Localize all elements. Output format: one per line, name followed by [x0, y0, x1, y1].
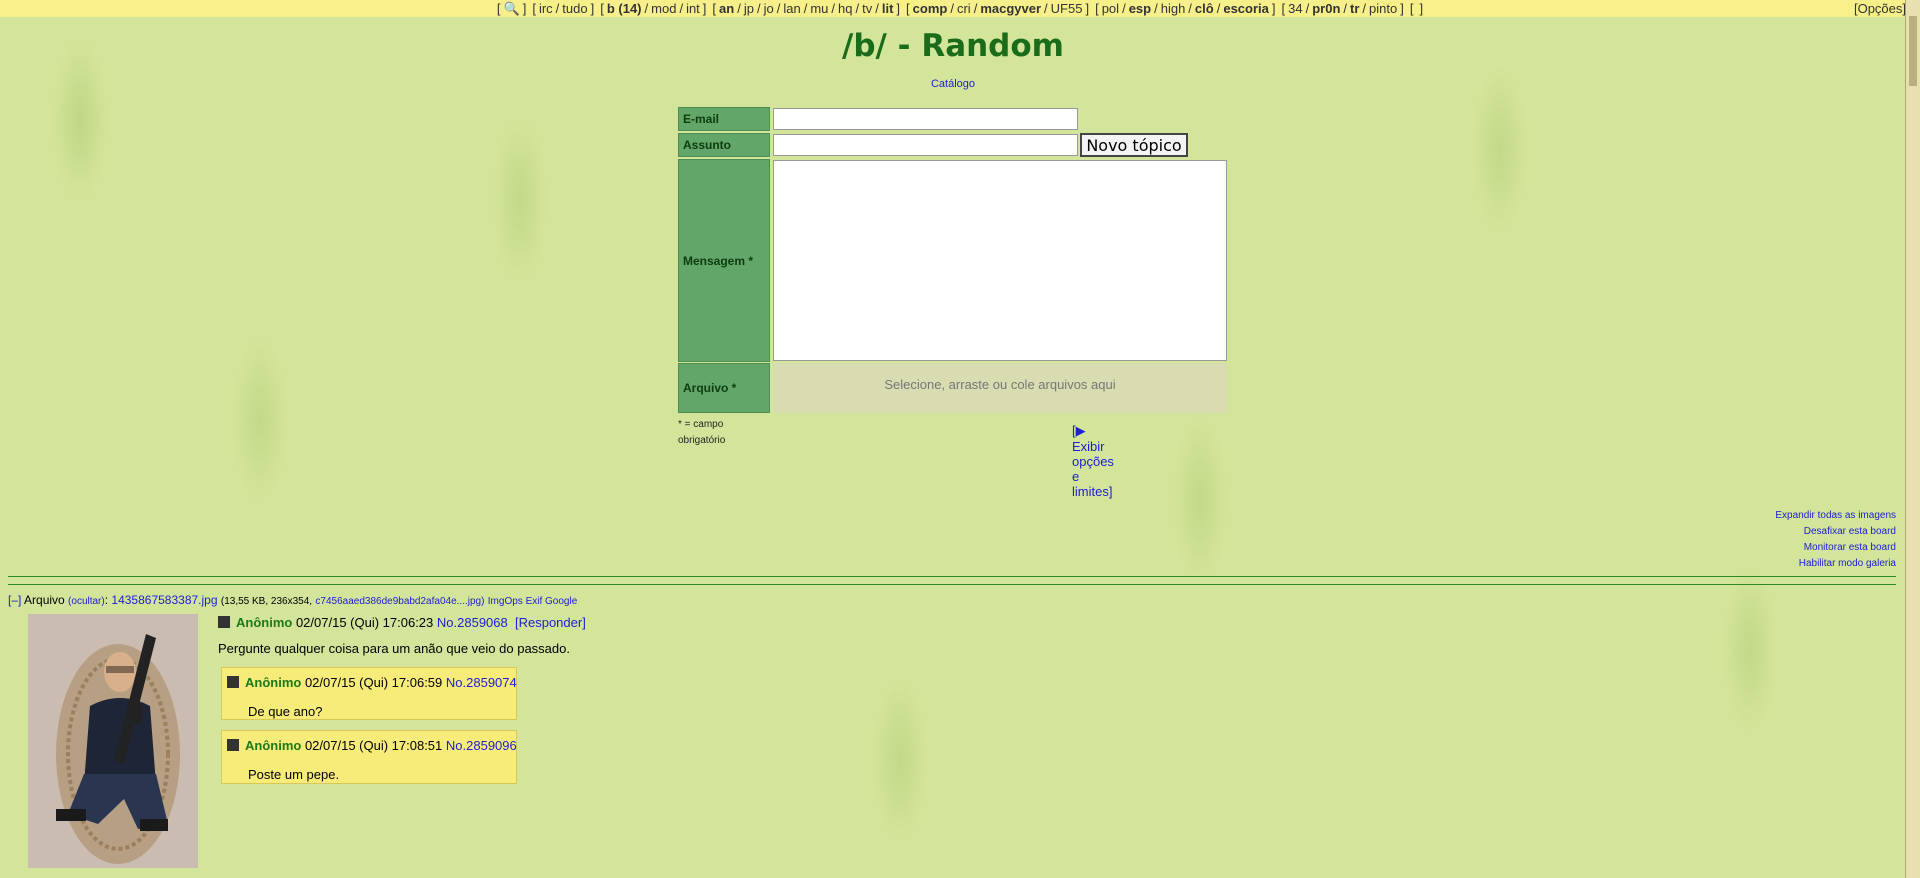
board-link[interactable]: UF55 — [1051, 1, 1083, 16]
board-link[interactable]: lan — [783, 1, 800, 16]
board-link[interactable]: macgyver — [980, 1, 1041, 16]
reply-date: 02/07/15 (Qui) 17:06:59 — [304, 675, 443, 690]
board-link[interactable]: tr — [1350, 1, 1359, 16]
op-header: Anônimo 02/07/15 (Qui) 17:06:23 No.28590… — [218, 615, 586, 630]
board-link[interactable]: escoria — [1223, 1, 1269, 16]
board-link[interactable]: mu — [810, 1, 828, 16]
watch-board-link[interactable]: Monitorar esta board — [1804, 542, 1896, 553]
hide-file-link[interactable]: (ocultar) — [68, 596, 105, 607]
board-link[interactable]: irc — [539, 1, 553, 16]
message-label: Mensagem * — [678, 159, 770, 362]
board-link[interactable]: jo — [764, 1, 774, 16]
file-label: Arquivo * — [678, 363, 770, 413]
new-thread-button[interactable]: Novo tópico — [1080, 133, 1188, 157]
reply-post-number[interactable]: No.2859096 — [446, 738, 517, 753]
board-link[interactable]: high — [1161, 1, 1186, 16]
file-meta: (13,55 KB, 236x354, — [220, 596, 313, 607]
board-link[interactable]: jp — [744, 1, 754, 16]
image-tools-links[interactable]: ImgOps Exif Google — [488, 596, 577, 607]
man-in-chair-image — [28, 614, 198, 868]
board-link[interactable]: lit — [882, 1, 894, 16]
subject-label: Assunto — [678, 133, 770, 157]
board-link[interactable]: pr0n — [1312, 1, 1340, 16]
board-link[interactable]: comp — [913, 1, 948, 16]
reply-name: Anônimo — [245, 738, 302, 753]
board-link[interactable]: esp — [1129, 1, 1151, 16]
post-image-thumbnail[interactable] — [28, 614, 198, 868]
message-textarea[interactable] — [773, 160, 1227, 361]
gallery-mode-link[interactable]: Habilitar modo galeria — [1799, 558, 1896, 569]
options-link[interactable]: [Opções] — [1854, 0, 1906, 17]
board-link[interactable]: pinto — [1369, 1, 1397, 16]
catalog-link[interactable]: Catálogo — [931, 78, 975, 90]
board-list: [🔍][irc / tudo][b (14) / mod / int][an / jp / jo / l… — [496, 1, 1424, 16]
scrollbar[interactable] — [1905, 0, 1920, 878]
reply-post-number[interactable]: No.2859074 — [446, 675, 517, 690]
subject-field[interactable] — [773, 134, 1078, 156]
post-checkbox[interactable] — [227, 739, 239, 751]
op-message: Pergunte qualquer coisa para um anão que… — [218, 641, 570, 656]
board-link[interactable]: b (14) — [607, 1, 642, 16]
post-checkbox[interactable] — [218, 616, 230, 628]
scrollbar-thumb[interactable] — [1909, 16, 1917, 86]
file-word: Arquivo — [24, 593, 65, 607]
post-checkbox[interactable] — [227, 676, 239, 688]
divider — [8, 584, 1896, 585]
board-link[interactable]: tudo — [562, 1, 587, 16]
board-link[interactable]: hq — [838, 1, 852, 16]
board-link[interactable]: clô — [1195, 1, 1214, 16]
divider — [8, 576, 1896, 577]
reply-name: Anônimo — [245, 675, 302, 690]
board-link[interactable]: mod — [651, 1, 676, 16]
reply-link[interactable]: [Responder] — [515, 615, 586, 630]
board-link[interactable]: 🔍 — [504, 1, 520, 16]
reply-post: Anônimo 02/07/15 (Qui) 17:08:51 No.28590… — [221, 730, 517, 784]
board-link[interactable]: int — [686, 1, 700, 16]
op-name: Anônimo — [236, 615, 293, 630]
op-date: 02/07/15 (Qui) 17:06:23 — [295, 615, 434, 630]
file-dropzone[interactable]: Selecione, arraste ou cole arquivos aqui — [773, 363, 1227, 413]
unpin-board-link[interactable]: Desafixar esta board — [1804, 526, 1896, 537]
email-field[interactable] — [773, 108, 1078, 130]
board-link[interactable]: an — [719, 1, 734, 16]
board-actions: Expandir todas as imagens Desafixar esta… — [1775, 508, 1896, 572]
board-link[interactable]: tv — [862, 1, 872, 16]
expand-images-link[interactable]: Expandir todas as imagens — [1775, 510, 1896, 521]
file-info: [–] Arquivo (ocultar): 1435867583387.jpg… — [8, 593, 578, 607]
board-link[interactable]: 34 — [1288, 1, 1302, 16]
show-options-link[interactable]: [▶ Exibir opções e limites] — [1072, 423, 1114, 499]
reply-date: 02/07/15 (Qui) 17:08:51 — [304, 738, 443, 753]
required-note: * = campo obrigatório — [678, 419, 726, 446]
board-link[interactable]: cri — [957, 1, 971, 16]
board-link[interactable]: pol — [1102, 1, 1119, 16]
collapse-thread-button[interactable]: [–] — [8, 593, 21, 607]
filename-link[interactable]: 1435867583387.jpg — [111, 593, 217, 607]
op-post-number[interactable]: No.2859068 — [437, 615, 508, 630]
original-filename-link[interactable]: c7456aaed386de9babd2afa04e....jpg) — [315, 596, 484, 607]
email-label: E-mail — [678, 107, 770, 131]
reply-message: De que ano? — [248, 704, 323, 719]
top-navigation-bar: [🔍][irc / tudo][b (14) / mod / int][an / jp / jo / l… — [0, 0, 1920, 17]
reply-message: Poste um pepe. — [248, 767, 340, 782]
board-title: /b/ - Random — [842, 28, 1064, 64]
reply-post: Anônimo 02/07/15 (Qui) 17:06:59 No.28590… — [221, 667, 517, 720]
